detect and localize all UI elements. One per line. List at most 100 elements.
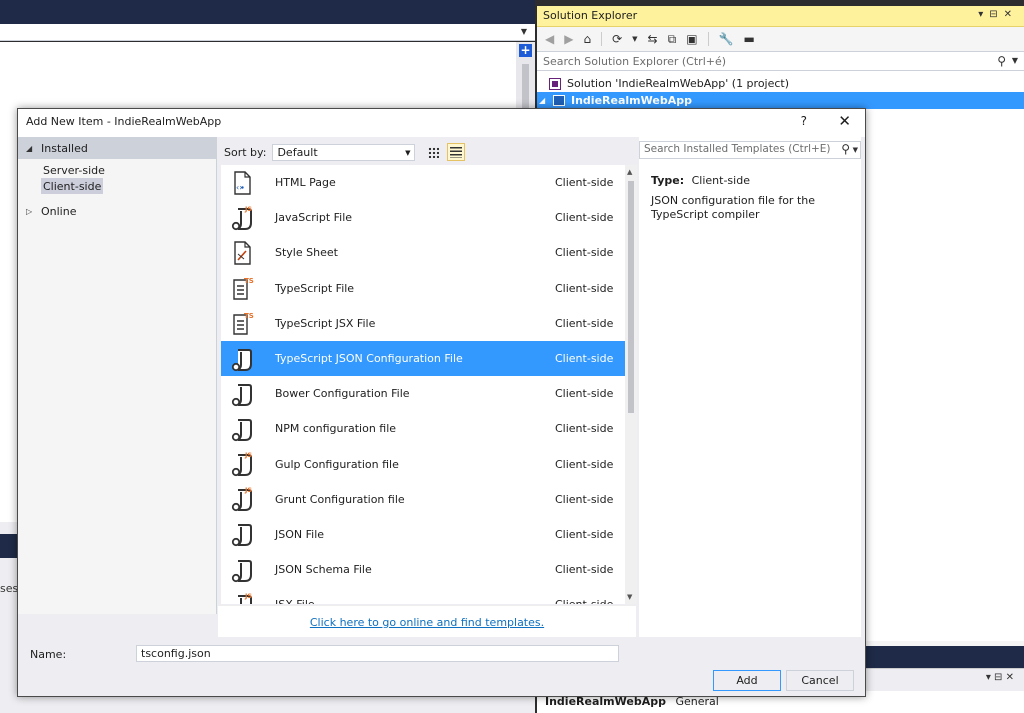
chevron-down-icon[interactable]: ▼: [853, 146, 858, 154]
name-input[interactable]: [136, 645, 619, 662]
sort-label: Sort by:: [224, 145, 267, 159]
search-placeholder: Search Installed Templates (Ctrl+E): [644, 143, 831, 155]
sort-value: Default: [277, 145, 318, 159]
output-text: ses: [0, 582, 19, 595]
template-item[interactable]: ‹› HTML Page Client-side: [221, 165, 625, 200]
expand-arrow-icon[interactable]: ◢: [539, 96, 547, 105]
template-item[interactable]: JS Grunt Configuration file Client-side: [221, 482, 625, 517]
template-item[interactable]: TS TypeScript JSX File Client-side: [221, 306, 625, 341]
medium-icons-view-button[interactable]: [424, 143, 442, 161]
template-item[interactable]: Style Sheet Client-side: [221, 235, 625, 270]
category-server-side[interactable]: Server-side: [41, 162, 107, 178]
json-config-icon: [229, 346, 255, 372]
template-item[interactable]: NPM configuration file Client-side: [221, 411, 625, 446]
scrollbar-thumb[interactable]: [628, 181, 634, 413]
category-installed[interactable]: ◢ Installed: [18, 137, 216, 159]
svg-text:JS: JS: [244, 205, 252, 213]
scroll-up-icon[interactable]: ▲: [627, 168, 632, 176]
template-category: Client-side: [555, 527, 614, 541]
template-name: TypeScript File: [275, 281, 355, 295]
svg-text:TS: TS: [244, 312, 254, 320]
back-icon[interactable]: ◀: [545, 32, 554, 46]
project-label: IndieRealmWebApp: [571, 94, 692, 107]
scroll-down-icon[interactable]: ▼: [627, 593, 632, 601]
template-search-input[interactable]: Search Installed Templates (Ctrl+E) ⚲ ▼: [639, 141, 861, 159]
template-type: Type: Client-side: [651, 174, 750, 187]
template-name: TypeScript JSON Configuration File: [275, 352, 463, 366]
template-name: Gulp Configuration file: [275, 457, 399, 471]
template-list[interactable]: ‹› HTML Page Client-side JS JavaScript File C…: [221, 165, 625, 604]
solution-explorer-titlebar[interactable]: Solution Explorer ▾⊟✕: [537, 6, 1024, 27]
online-templates-link[interactable]: Click here to go online and find templat…: [310, 616, 544, 629]
minus-icon[interactable]: ▬: [743, 32, 754, 46]
template-list-scrollbar[interactable]: ▲ ▼: [625, 165, 637, 604]
category-label: Installed: [41, 141, 88, 155]
template-name: Bower Configuration File: [275, 387, 410, 401]
template-item[interactable]: JSON File Client-side: [221, 517, 625, 552]
template-item[interactable]: JSON Schema File Client-side: [221, 552, 625, 587]
details-view-button[interactable]: [447, 143, 466, 161]
sort-toolbar: Sort by: Default ▼: [218, 141, 636, 163]
search-icon[interactable]: ⚲: [997, 54, 1006, 68]
category-tree: ◢ Installed Server-side Client-side ▷ On…: [18, 137, 217, 614]
project-node[interactable]: ◢ IndieRealmWebApp: [537, 92, 1024, 109]
panel-window-controls[interactable]: ▾ ⊟ ✕: [986, 672, 1014, 683]
properties-wrench-icon[interactable]: 🔧: [719, 32, 734, 46]
solution-node[interactable]: Solution 'IndieRealmWebApp' (1 project): [537, 75, 1024, 92]
editor-navigation-bar[interactable]: ▼: [0, 24, 535, 41]
chevron-down-icon[interactable]: ▼: [521, 27, 527, 36]
json-config-icon: [229, 521, 255, 547]
template-name: Style Sheet: [275, 246, 338, 260]
sync-icon[interactable]: ⇆: [648, 32, 658, 46]
category-online[interactable]: ▷ Online: [18, 200, 216, 222]
template-category: Client-side: [555, 281, 614, 295]
template-item[interactable]: TS TypeScript File Client-side: [221, 271, 625, 306]
template-item[interactable]: JS Gulp Configuration file Client-side: [221, 447, 625, 482]
sort-dropdown[interactable]: Default ▼: [272, 143, 416, 161]
template-category: Client-side: [555, 457, 614, 471]
toolbar-divider: [707, 32, 709, 46]
output-tab-strip[interactable]: [0, 534, 18, 558]
scrollbar-thumb[interactable]: [522, 64, 529, 114]
template-category: Client-side: [555, 352, 614, 366]
type-label: Type:: [651, 174, 685, 187]
solution-explorer-search[interactable]: Search Solution Explorer (Ctrl+é) ⚲ ▼: [537, 51, 1024, 71]
js-file-icon: JS: [229, 205, 255, 231]
collapse-arrow-icon[interactable]: ▷: [26, 207, 34, 216]
template-name: HTML Page: [275, 176, 336, 190]
close-button[interactable]: ✕: [838, 112, 851, 130]
jsx-file-icon: JS: [229, 592, 255, 604]
cancel-button[interactable]: Cancel: [786, 670, 854, 691]
template-category: Client-side: [555, 211, 614, 225]
template-details-pane: Search Installed Templates (Ctrl+E) ⚲ ▼ …: [639, 137, 861, 637]
forward-icon[interactable]: ▶: [564, 32, 573, 46]
template-item[interactable]: JS JSX FileClient-side: [221, 587, 625, 604]
pending-changes-icon[interactable]: ⟳: [612, 32, 622, 46]
home-icon[interactable]: ⌂: [583, 32, 591, 46]
template-category: Client-side: [555, 387, 614, 401]
html-file-icon: ‹›: [229, 170, 255, 196]
json-config-icon: [229, 381, 255, 407]
template-item[interactable]: JS JavaScript File Client-side: [221, 200, 625, 235]
template-category: Client-side: [555, 598, 625, 604]
expand-icon[interactable]: +: [519, 44, 532, 57]
chevron-down-icon[interactable]: ▼: [632, 35, 637, 43]
search-icon[interactable]: ⚲: [841, 142, 850, 156]
expand-arrow-icon[interactable]: ◢: [26, 144, 34, 153]
chevron-down-icon: ▼: [405, 148, 411, 157]
template-item[interactable]: TypeScript JSON Configuration File Client…: [221, 340, 625, 377]
category-client-side[interactable]: Client-side: [41, 178, 104, 194]
solution-label: Solution 'IndieRealmWebApp' (1 project): [567, 77, 790, 90]
dialog-title: Add New Item - IndieRealmWebApp: [26, 115, 222, 128]
solution-explorer-toolbar: ◀ ▶ ⌂ ⟳ ▼ ⇆ ⧉ ▣ 🔧 ▬: [537, 27, 1024, 51]
template-item[interactable]: Bower Configuration File Client-side: [221, 376, 625, 411]
online-templates-area: Click here to go online and find templat…: [218, 605, 636, 637]
add-button[interactable]: Add: [713, 670, 781, 691]
help-button[interactable]: ?: [801, 114, 807, 128]
show-all-files-icon[interactable]: ▣: [686, 32, 697, 46]
dialog-titlebar[interactable]: Add New Item - IndieRealmWebApp ? ✕: [18, 109, 865, 137]
chevron-down-icon[interactable]: ▼: [1012, 56, 1018, 65]
ts-file-icon: TS: [229, 275, 255, 301]
collapse-all-icon[interactable]: ⧉: [668, 32, 677, 47]
panel-window-controls[interactable]: ▾⊟✕: [978, 9, 1018, 20]
